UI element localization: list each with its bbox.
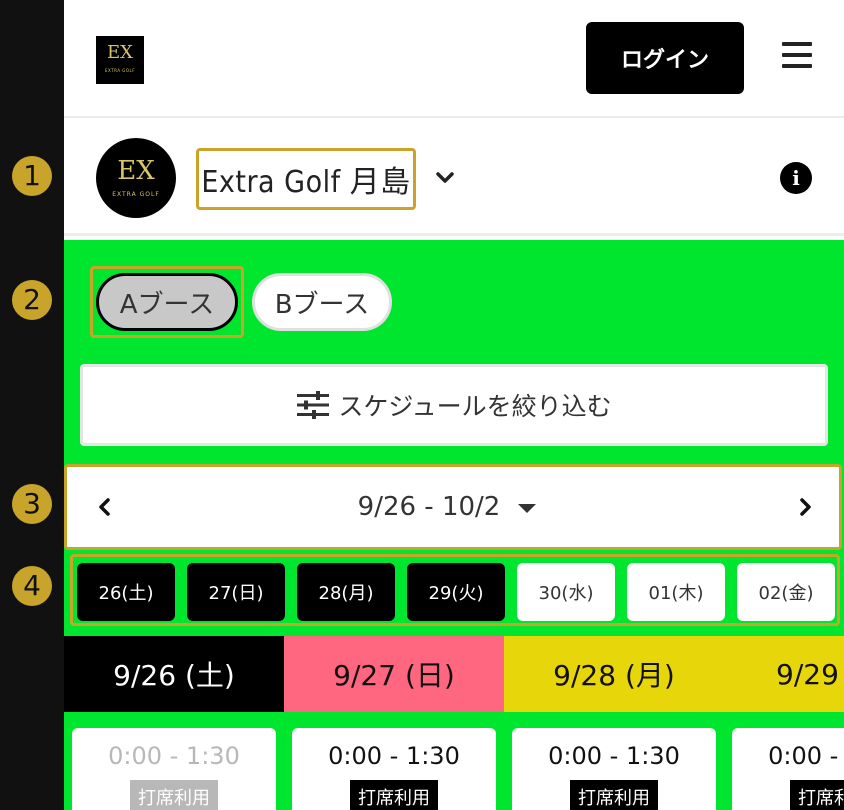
store-logo-subtext: EXTRA GOLF <box>112 191 160 198</box>
slot-tag: 打席利用 <box>790 780 844 810</box>
filter-schedule-button[interactable]: スケジュールを絞り込む <box>80 364 828 446</box>
date-column-header: 9/28 (月) <box>504 636 724 712</box>
day-button[interactable]: 27(日) <box>187 563 285 621</box>
login-button[interactable]: ログイン <box>586 22 744 94</box>
schedule-panel: Aブース Bブース スケジュールを絞り込む 9/26 - 10/2 26(土) … <box>64 240 844 810</box>
slot-time: 0:00 - 1:30 <box>548 742 680 770</box>
hamburger-menu-icon[interactable] <box>782 42 812 68</box>
slot-tag: 打席利用 <box>350 780 438 810</box>
day-button[interactable]: 01(木) <box>627 563 725 621</box>
annotation-badge-1: 1 <box>12 156 52 196</box>
time-slot-card[interactable]: 0:00 - 1:30 打席利用 <box>72 728 276 810</box>
annotation-badge-2: 2 <box>12 280 52 320</box>
annotation-badge-4: 4 <box>12 566 52 606</box>
day-button[interactable]: 26(土) <box>77 563 175 621</box>
week-range-dropdown[interactable]: 9/26 - 10/2 <box>337 489 557 525</box>
logo-text: EX <box>107 42 133 63</box>
slot-tag: 打席利用 <box>130 780 218 810</box>
day-button[interactable]: 29(火) <box>407 563 505 621</box>
caret-down-icon <box>518 503 537 513</box>
chevron-left-icon[interactable] <box>95 495 115 519</box>
week-range-label: 9/26 - 10/2 <box>357 492 501 522</box>
slot-time: 0:00 - 1:30 <box>328 742 460 770</box>
time-slot-card[interactable]: 0:00 - 1:30 打席利用 <box>732 728 844 810</box>
time-slot-card[interactable]: 0:00 - 1:30 打席利用 <box>292 728 496 810</box>
site-logo[interactable]: EX EXTRA GOLF <box>96 36 144 84</box>
chevron-down-icon[interactable] <box>434 166 456 188</box>
info-icon[interactable]: i <box>780 162 812 194</box>
slot-time: 0:00 - 1:30 <box>768 742 844 770</box>
filter-label: スケジュールを絞り込む <box>338 392 612 421</box>
logo-subtext: EXTRA GOLF <box>104 68 136 73</box>
day-button[interactable]: 02(金) <box>737 563 835 621</box>
app-content: EX EXTRA GOLF ログイン EX EXTRA GOLF Extra G… <box>64 0 844 810</box>
time-slot-card[interactable]: 0:00 - 1:30 打席利用 <box>512 728 716 810</box>
date-column-header: 9/26 (土) <box>64 636 284 712</box>
day-button[interactable]: 30(水) <box>517 563 615 621</box>
chevron-right-icon[interactable] <box>795 495 815 519</box>
booth-a-button[interactable]: Aブース <box>96 273 238 331</box>
store-logo-text: EX <box>117 156 155 186</box>
slot-tag: 打席利用 <box>570 780 658 810</box>
date-column-header: 9/29 <box>724 636 844 712</box>
booth-b-button[interactable]: Bブース <box>252 273 392 331</box>
annotation-sidebar: 1 2 3 4 <box>0 0 64 810</box>
slot-time: 0:00 - 1:30 <box>108 742 240 770</box>
annotation-badge-3: 3 <box>12 484 52 524</box>
store-name[interactable]: Extra Golf 月島 <box>196 148 416 210</box>
date-column-header: 9/27 (日) <box>284 636 504 712</box>
store-selector-row: EX EXTRA GOLF Extra Golf 月島 i <box>64 120 844 236</box>
day-button[interactable]: 28(月) <box>297 563 395 621</box>
day-selector: 26(土) 27(日) 28(月) 29(火) 30(水) 01(木) 02(金… <box>70 554 840 626</box>
top-header: EX EXTRA GOLF ログイン <box>64 0 844 118</box>
sliders-icon <box>297 391 330 419</box>
week-navigator: 9/26 - 10/2 <box>64 464 842 550</box>
store-logo: EX EXTRA GOLF <box>96 138 176 218</box>
